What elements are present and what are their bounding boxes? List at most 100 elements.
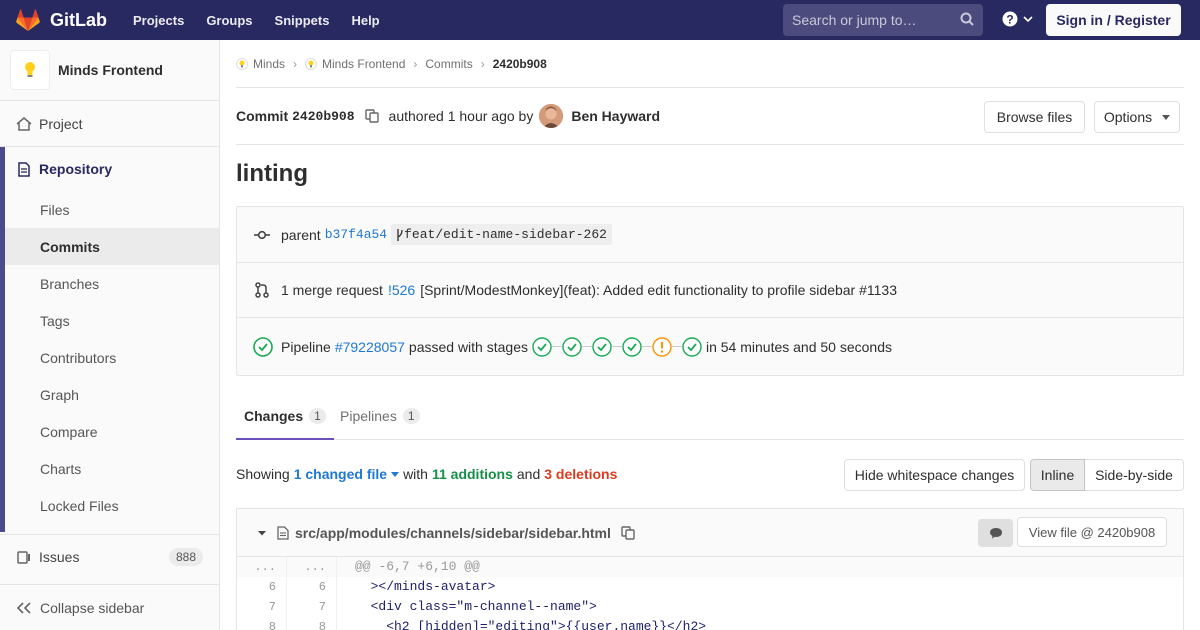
- svg-text:?: ?: [1006, 13, 1013, 27]
- mr-link[interactable]: !526: [388, 282, 415, 298]
- file-diff-header: src/app/modules/channels/sidebar/sidebar…: [237, 509, 1183, 557]
- tab-pipelines[interactable]: Pipelines 1: [332, 393, 428, 439]
- sidebar-item-repository[interactable]: Repository: [0, 147, 219, 191]
- with-label: with: [403, 466, 428, 482]
- toggle-comments-button[interactable]: [978, 519, 1013, 547]
- sidebar-item-label: Repository: [39, 161, 113, 177]
- collapse-sidebar-button[interactable]: Collapse sidebar: [0, 584, 219, 630]
- pipeline-passed-icon[interactable]: [253, 336, 273, 357]
- copy-icon[interactable]: [621, 525, 635, 540]
- lightbulb-icon: [305, 57, 318, 70]
- author-avatar[interactable]: [539, 104, 564, 128]
- sidebar-project-header[interactable]: Minds Frontend: [0, 40, 219, 101]
- commit-header: Commit 2420b908 authored 1 hour ago by B…: [236, 88, 1184, 145]
- author-name[interactable]: Ben Hayward: [571, 108, 660, 124]
- sidebar-item-locked-files[interactable]: Locked Files: [0, 487, 219, 524]
- comment-icon: [989, 528, 1002, 539]
- breadcrumb-commits[interactable]: Commits: [425, 57, 472, 71]
- new-line-number[interactable]: 8: [287, 617, 337, 630]
- nav-snippets[interactable]: Snippets: [275, 13, 330, 28]
- additions-count: 11 additions: [431, 466, 513, 482]
- nav-links: Projects Groups Snippets Help: [133, 13, 402, 28]
- breadcrumb-minds[interactable]: Minds: [236, 57, 285, 71]
- tab-label: Changes: [244, 407, 304, 424]
- file-path[interactable]: src/app/modules/channels/sidebar/sidebar…: [295, 525, 611, 541]
- authored-text: authored 1 hour ago by: [388, 108, 534, 124]
- sidebar-item-tags[interactable]: Tags: [0, 302, 219, 339]
- browse-files-button[interactable]: Browse files: [984, 101, 1085, 133]
- old-line-number[interactable]: 6: [237, 577, 287, 597]
- stage-warning-icon[interactable]: [652, 336, 672, 357]
- sidebar-item-compare[interactable]: Compare: [0, 413, 219, 450]
- commit-title: linting: [236, 160, 308, 187]
- stage-success-icon[interactable]: [682, 336, 702, 357]
- options-dropdown[interactable]: Options: [1094, 101, 1180, 133]
- changed-files-dropdown[interactable]: 1 changed file: [293, 466, 400, 482]
- parent-sha-link[interactable]: b37f4a54: [325, 227, 387, 242]
- tab-count-badge: 1: [309, 407, 326, 424]
- inline-view-button[interactable]: Inline: [1030, 459, 1085, 491]
- nav-help[interactable]: Help: [351, 13, 379, 28]
- stage-success-icon[interactable]: [562, 336, 582, 357]
- caret-down-icon: [391, 471, 400, 477]
- nav-groups[interactable]: Groups: [206, 13, 252, 28]
- breadcrumb-separator: ›: [293, 56, 298, 71]
- diff-line: 8 8 <h2 [hidden]="editing">{{user.name}}…: [237, 617, 1183, 630]
- old-line-number[interactable]: 8: [237, 617, 287, 630]
- options-label: Options: [1103, 109, 1153, 125]
- search-input[interactable]: Search or jump to…: [783, 4, 983, 36]
- nav-projects[interactable]: Projects: [133, 13, 184, 28]
- sidebar-item-commits[interactable]: Commits: [5, 228, 219, 265]
- changed-files-label: 1 changed file: [293, 466, 388, 482]
- stage-success-icon[interactable]: [532, 336, 552, 357]
- view-file-button[interactable]: View file @ 2420b908: [1017, 517, 1167, 547]
- diff-code: <div class="m-channel--name">: [355, 599, 597, 614]
- new-line-number[interactable]: 6: [287, 577, 337, 597]
- sign-in-register-button[interactable]: Sign in / Register: [1046, 4, 1181, 36]
- stage-success-icon[interactable]: [592, 336, 612, 357]
- sidebar-item-issues[interactable]: Issues 888: [0, 534, 219, 578]
- issues-count-badge: 888: [168, 547, 203, 566]
- gitlab-logo[interactable]: GitLab: [16, 9, 107, 31]
- hunk-header: @@ -6,7 +6,10 @@: [337, 557, 1183, 577]
- pipeline-passed-text: passed with stages: [408, 338, 528, 355]
- pipeline-row: Pipeline #79228057 passed with stages in…: [237, 318, 1183, 375]
- sidebar-item-label: Issues: [39, 548, 80, 565]
- commit-info-box: parent b37f4a54 feat/edit-name-sidebar-2…: [236, 206, 1184, 376]
- branch-icon: [397, 228, 403, 241]
- old-line-number[interactable]: 7: [237, 597, 287, 617]
- sidebar-item-contributors[interactable]: Contributors: [0, 339, 219, 376]
- breadcrumb-label: Minds: [253, 56, 286, 71]
- pipeline-label: Pipeline: [281, 338, 331, 355]
- caret-down-icon[interactable]: [257, 529, 267, 537]
- old-line-number[interactable]: ...: [237, 557, 287, 577]
- commit-tabs: Changes 1 Pipelines 1: [236, 393, 1184, 440]
- copy-icon[interactable]: [364, 109, 379, 123]
- breadcrumb-current[interactable]: 2420b908: [493, 57, 547, 71]
- sidebar-item-branches[interactable]: Branches: [0, 265, 219, 302]
- mr-title: [Sprint/ModestMonkey](feat): Added edit …: [420, 282, 897, 298]
- question-circle-icon: ?: [1002, 11, 1018, 27]
- tab-label: Pipelines: [340, 408, 397, 424]
- branch-name: feat/edit-name-sidebar-262: [404, 227, 607, 242]
- new-line-number[interactable]: ...: [287, 557, 337, 577]
- project-sidebar: Minds Frontend Project Repository Files …: [0, 40, 220, 630]
- sidebar-item-graph[interactable]: Graph: [0, 376, 219, 413]
- pipeline-duration: in 54 minutes and 50 seconds: [705, 338, 892, 355]
- sidebar-item-project[interactable]: Project: [0, 101, 219, 146]
- side-by-side-button[interactable]: Side-by-side: [1085, 459, 1184, 491]
- tab-changes[interactable]: Changes 1: [236, 393, 334, 440]
- help-dropdown[interactable]: ?: [1002, 11, 1033, 27]
- pipeline-link[interactable]: #79228057: [335, 339, 405, 355]
- breadcrumb-minds-frontend[interactable]: Minds Frontend: [305, 57, 405, 71]
- new-line-number[interactable]: 7: [287, 597, 337, 617]
- branch-tag[interactable]: feat/edit-name-sidebar-262: [391, 224, 612, 245]
- file-diff: src/app/modules/channels/sidebar/sidebar…: [236, 508, 1184, 630]
- stage-success-icon[interactable]: [622, 336, 642, 357]
- sidebar-item-files[interactable]: Files: [0, 191, 219, 228]
- gitlab-wordmark: GitLab: [50, 9, 107, 30]
- sidebar-item-charts[interactable]: Charts: [0, 450, 219, 487]
- top-navbar: GitLab Projects Groups Snippets Help Sea…: [0, 0, 1200, 40]
- hide-whitespace-button[interactable]: Hide whitespace changes: [844, 459, 1025, 491]
- search-icon: [960, 12, 974, 26]
